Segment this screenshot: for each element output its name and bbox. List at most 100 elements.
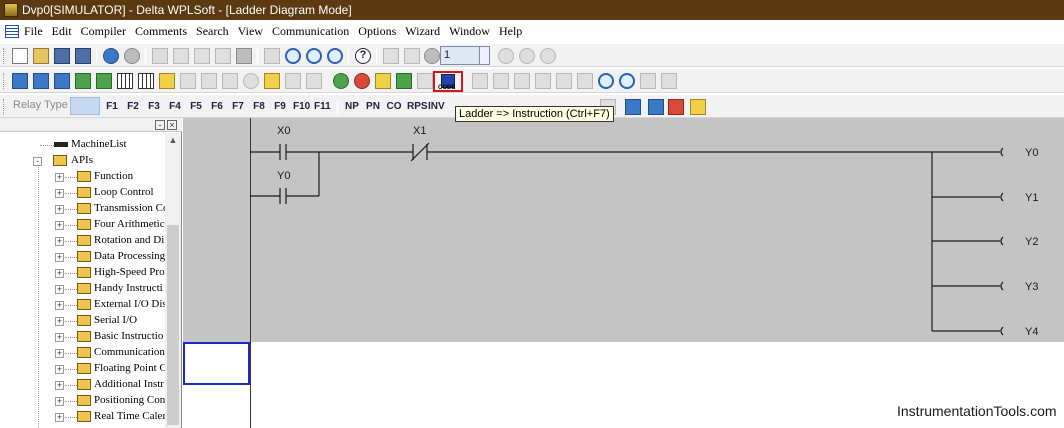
collapse-icon[interactable]: - — [33, 157, 42, 166]
read-icon[interactable] — [285, 73, 301, 89]
online-edit-icon[interactable] — [375, 73, 391, 89]
menu-comments[interactable]: Comments — [135, 24, 187, 39]
menu-edit[interactable]: Edit — [52, 24, 72, 39]
watch-icon[interactable] — [243, 73, 259, 89]
connect-icon[interactable] — [498, 48, 514, 64]
pin-icon[interactable]: - — [155, 120, 165, 130]
zoom-in-icon[interactable] — [306, 48, 322, 64]
menu-help[interactable]: Help — [499, 24, 522, 39]
station-icon[interactable] — [424, 48, 440, 64]
tree-item[interactable]: - APIs — [0, 153, 165, 169]
expand-icon[interactable]: + — [55, 189, 64, 198]
expand-icon[interactable]: + — [55, 333, 64, 342]
check-icon[interactable] — [493, 73, 509, 89]
sfc-mode-icon[interactable] — [54, 73, 70, 89]
list-icon[interactable] — [556, 73, 572, 89]
contact-f11-button[interactable]: F11 — [314, 100, 331, 114]
tree-item[interactable]: + Function — [0, 169, 165, 185]
eraser-icon[interactable] — [215, 48, 231, 64]
contact-f4-button[interactable]: F4 — [167, 100, 183, 114]
open-file-icon[interactable] — [33, 48, 49, 64]
tree-item[interactable]: + Four Arithmetic — [0, 217, 165, 233]
device-monitor-icon[interactable] — [75, 73, 91, 89]
cursor-cell[interactable] — [183, 342, 250, 385]
spin-arrows-icon[interactable] — [479, 47, 489, 64]
contact-f10-button[interactable]: F10 — [293, 100, 310, 114]
jump-icon[interactable] — [264, 48, 280, 64]
tree-item[interactable]: MachineList — [0, 137, 165, 153]
contact-f6-button[interactable]: F6 — [209, 100, 225, 114]
monitor-icon[interactable] — [222, 73, 238, 89]
contact-np-button[interactable]: NP — [344, 100, 360, 114]
expand-icon[interactable]: + — [55, 413, 64, 422]
tree-item[interactable]: + Handy Instructi — [0, 281, 165, 297]
expand-icon[interactable]: + — [55, 317, 64, 326]
pen-icon[interactable] — [180, 73, 196, 89]
scroll-up-icon[interactable]: ▲ — [168, 136, 178, 145]
tree-item[interactable]: + Loop Control — [0, 185, 165, 201]
instruction-mode-icon[interactable] — [33, 73, 49, 89]
contact-f3-button[interactable]: F3 — [146, 100, 162, 114]
contact-rps-button[interactable]: RPS — [407, 100, 428, 114]
refresh-icon[interactable] — [519, 48, 535, 64]
copy-icon[interactable] — [173, 48, 189, 64]
expand-icon[interactable]: + — [55, 173, 64, 182]
comment-icon[interactable] — [383, 48, 399, 64]
menu-window[interactable]: Window — [449, 24, 490, 39]
contact-inv-button[interactable]: INV — [428, 100, 445, 114]
contact-f5-button[interactable]: F5 — [188, 100, 204, 114]
menu-compiler[interactable]: Compiler — [81, 24, 126, 39]
undo-icon[interactable] — [103, 48, 119, 64]
relay-type-select[interactable] — [70, 97, 100, 115]
transfer-icon[interactable] — [264, 73, 280, 89]
menu-communication[interactable]: Communication — [272, 24, 349, 39]
column-icon[interactable] — [625, 99, 641, 115]
toolbar-grip[interactable] — [3, 99, 6, 115]
cut-icon[interactable] — [152, 48, 168, 64]
toolbar-grip[interactable] — [3, 48, 6, 64]
scrollbar-thumb[interactable] — [167, 225, 179, 425]
tree-item[interactable]: + Rotation and Di — [0, 233, 165, 249]
contact-f8-button[interactable]: F8 — [251, 100, 267, 114]
contact-f1-button[interactable]: F1 — [104, 100, 120, 114]
tree-item[interactable]: + High-Speed Proc — [0, 265, 165, 281]
zoom-out-icon[interactable] — [327, 48, 343, 64]
contact-co-button[interactable]: CO — [386, 100, 402, 114]
tree-item[interactable]: + Communication — [0, 345, 165, 361]
expand-icon[interactable]: + — [55, 349, 64, 358]
compile-icon[interactable] — [472, 73, 488, 89]
tree-item[interactable]: + Positioning Con — [0, 393, 165, 409]
page-icon[interactable] — [648, 99, 664, 115]
network-icon[interactable] — [640, 73, 656, 89]
menu-view[interactable]: View — [238, 24, 263, 39]
redo-icon[interactable] — [124, 48, 140, 64]
ladder-mode-icon[interactable] — [12, 73, 28, 89]
stop-icon[interactable] — [354, 73, 370, 89]
toolbar-grip[interactable] — [3, 73, 6, 89]
tree-item[interactable]: + External I/O Dis — [0, 297, 165, 313]
expand-icon[interactable]: + — [55, 381, 64, 390]
tree-item[interactable]: + Floating Point C — [0, 361, 165, 377]
settings-icon[interactable] — [540, 48, 556, 64]
menu-wizard[interactable]: Wizard — [405, 24, 440, 39]
menu-search[interactable]: Search — [196, 24, 229, 39]
tree-item[interactable]: + Basic Instructio — [0, 329, 165, 345]
print-icon[interactable] — [75, 48, 91, 64]
menu-file[interactable]: File — [24, 24, 43, 39]
paste-icon[interactable] — [194, 48, 210, 64]
brush-icon[interactable] — [236, 48, 252, 64]
close-icon[interactable]: × — [167, 120, 177, 130]
tree-item[interactable]: + Serial I/O — [0, 313, 165, 329]
expand-icon[interactable]: + — [55, 269, 64, 278]
search-device-icon[interactable] — [598, 73, 614, 89]
contact-f7-button[interactable]: F7 — [230, 100, 246, 114]
run-icon[interactable] — [333, 73, 349, 89]
expand-icon[interactable]: + — [55, 237, 64, 246]
format-icon[interactable] — [535, 73, 551, 89]
ladder-to-instruction-button[interactable]: CODE — [433, 71, 463, 92]
expand-icon[interactable]: + — [55, 221, 64, 230]
new-file-icon[interactable] — [12, 48, 28, 64]
expand-icon[interactable]: + — [55, 253, 64, 262]
station-spinbox[interactable]: 1 — [440, 46, 490, 65]
contact-f2-button[interactable]: F2 — [125, 100, 141, 114]
